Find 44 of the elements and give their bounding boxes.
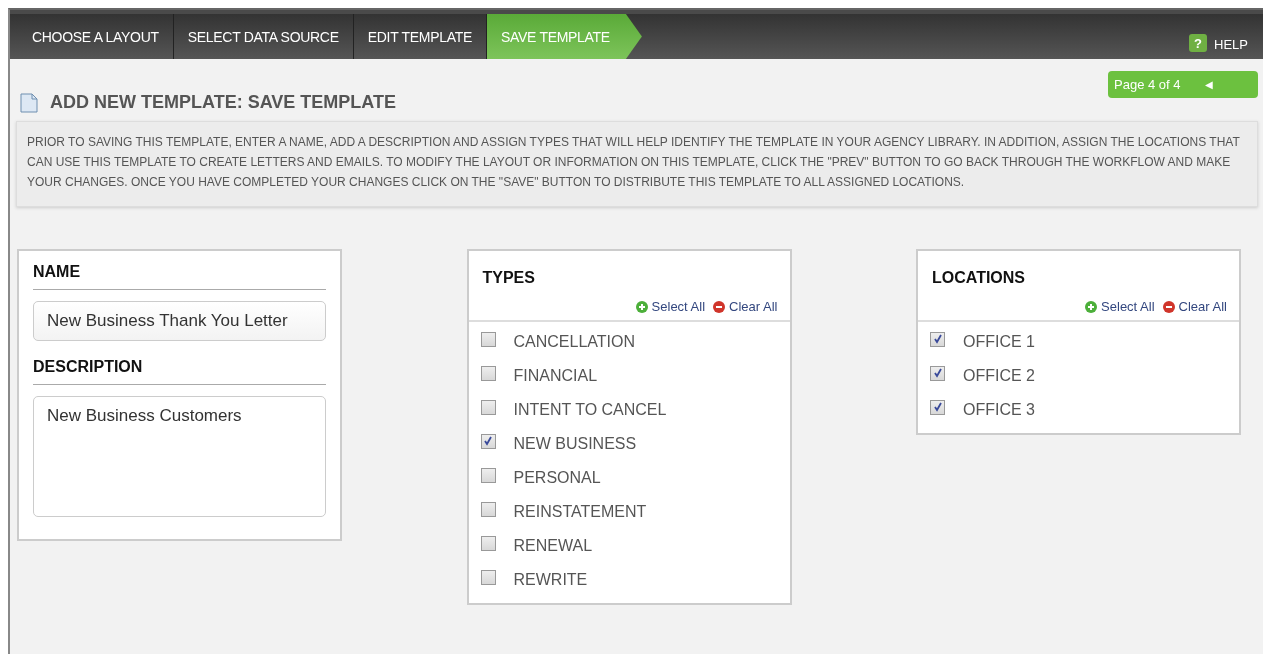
name-label: NAME	[33, 263, 326, 290]
page-indicator: Page 4 of 4 ◀	[1108, 71, 1258, 98]
checkbox[interactable]	[480, 467, 496, 483]
document-icon	[20, 92, 38, 113]
checkbox[interactable]	[480, 399, 496, 415]
types-title: TYPES	[482, 269, 536, 287]
checkbox[interactable]	[480, 433, 496, 449]
checkbox-label: PERSONAL	[513, 469, 601, 487]
clear-all-link[interactable]: Clear All	[1178, 299, 1227, 314]
checkbox-label: FINANCIAL	[513, 367, 598, 385]
locations-title: LOCATIONS	[932, 269, 1027, 287]
remove-icon[interactable]	[1162, 300, 1175, 313]
checkbox-label: RENEWAL	[513, 537, 593, 555]
checkbox-label: OFFICE 2	[963, 367, 1035, 385]
clear-all-link[interactable]: Clear All	[729, 299, 778, 314]
instructions-text: PRIOR TO SAVING THIS TEMPLATE, ENTER A NAME, ADD A DESCRIPTION AND ASSIGN TYPES THAT WILL HELP IDENTIFY THE TEMPLATE IN YOUR AGENCY LIBRARY. IN ADDITION, ASSIGN THE LOCATIONS THAT CAN USE THIS TEMPLATE TO CREATE LETTERS AND EMAILS. TO MODIFY THE LAYOUT OR INFORMATION ON THIS TEMPLATE, CLICK THE "PREV" BUTTON TO GO BACK THROUGH THE WORKFLOW AND MAKE YOUR CHANGES. ONCE YOU HAVE COMPLETED YOUR CHANGES CLICK ON THE "SAVE" BUTTON TO DISTRIBUTE THIS TEMPLATE TO ALL ASSIGNED LOCATIONS.	[27, 134, 1241, 191]
name-field[interactable]: New Business Thank You Letter	[33, 301, 326, 341]
checkbox-label: CANCELLATION	[513, 333, 635, 351]
checkbox[interactable]	[480, 569, 496, 585]
checkbox[interactable]	[930, 331, 945, 347]
description-label: DESCRIPTION	[33, 358, 326, 385]
checkbox-label: REINSTATEMENT	[513, 503, 647, 521]
checkbox-label: NEW BUSINESS	[513, 435, 637, 453]
wizard-tab[interactable]: SELECT DATA SOURCE	[173, 14, 354, 59]
add-icon[interactable]	[1085, 300, 1098, 313]
checkbox-label: REWRITE	[513, 571, 588, 589]
wizard-tab[interactable]: EDIT TEMPLATE	[353, 14, 487, 59]
checkbox[interactable]	[480, 501, 496, 517]
checkbox[interactable]	[930, 365, 945, 381]
checkbox-label: OFFICE 1	[963, 333, 1035, 351]
checkbox[interactable]	[480, 365, 496, 381]
checkbox-label: INTENT TO CANCEL	[513, 401, 667, 419]
checkbox[interactable]	[930, 399, 945, 415]
remove-icon[interactable]	[713, 300, 726, 313]
checkbox[interactable]	[480, 331, 496, 347]
description-field[interactable]: New Business Customers	[33, 396, 326, 517]
checkbox-label: OFFICE 3	[963, 401, 1035, 419]
add-icon[interactable]	[635, 300, 648, 313]
select-all-link[interactable]: Select All	[1101, 299, 1155, 314]
wizard-tab[interactable]: CHOOSE A LAYOUT	[18, 14, 174, 59]
select-all-link[interactable]: Select All	[651, 299, 706, 314]
checkbox[interactable]	[480, 535, 496, 551]
help-link[interactable]: HELP	[1214, 37, 1248, 52]
page-title: ADD NEW TEMPLATE: SAVE TEMPLATE	[50, 92, 396, 113]
